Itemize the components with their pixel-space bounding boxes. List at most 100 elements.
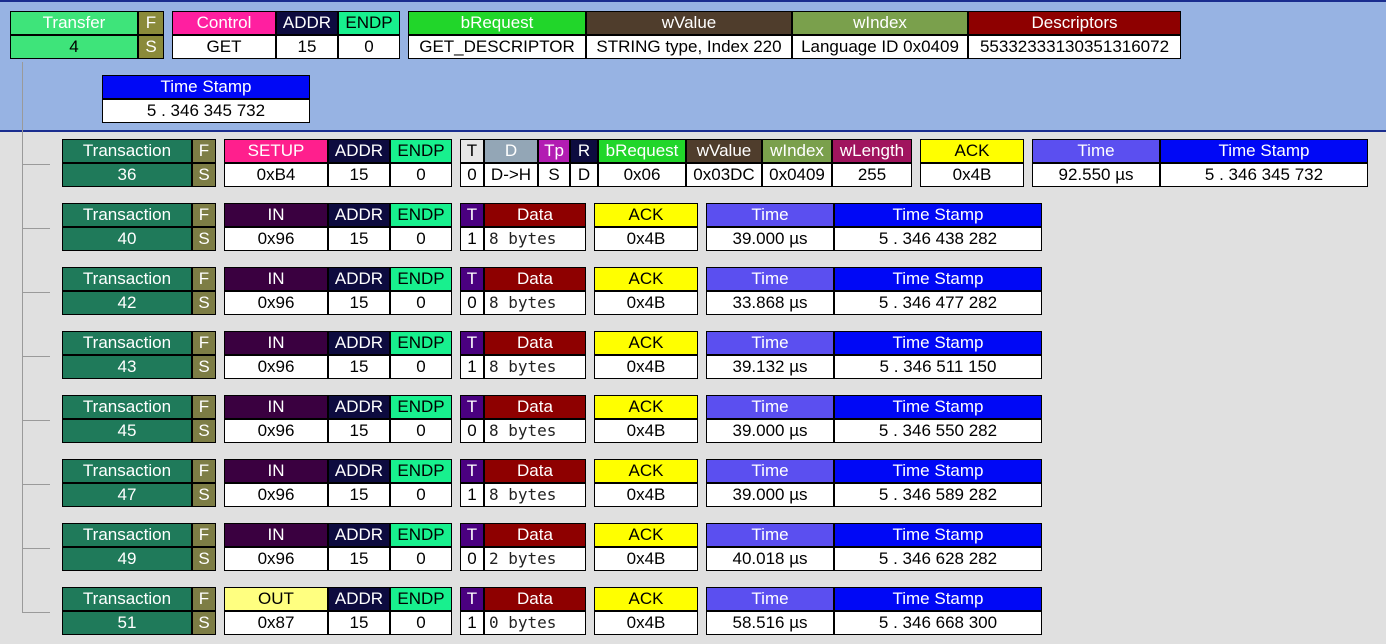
addr-label: ADDR xyxy=(328,203,390,227)
expand-handle-icon[interactable]: ▘ xyxy=(65,204,73,210)
brequest-value-text: 0x06 xyxy=(623,165,661,184)
ack-value-text: 0x4B xyxy=(626,549,666,568)
time-value: 39.132 µs xyxy=(706,355,834,379)
expand-handle-icon[interactable]: ▘ xyxy=(65,332,73,338)
transaction-s-flag: S xyxy=(192,611,216,635)
toggle-value-text: 0 xyxy=(467,549,477,568)
time-label-text: Time xyxy=(751,525,789,544)
data-label[interactable]: Data ▘ xyxy=(484,267,586,291)
transaction-f-flag-text: F xyxy=(198,525,210,544)
wlength-label: wLength xyxy=(832,139,912,163)
addr-label-text: ADDR xyxy=(334,333,384,352)
wvalue-label-text: wValue xyxy=(696,141,752,160)
toggle-label: T xyxy=(460,459,484,483)
toggle-value: 0 xyxy=(460,419,484,443)
timestamp-label-text: Time Stamp xyxy=(892,397,984,416)
transaction-label-text: Transaction xyxy=(82,205,172,224)
wvalue-value: 0x03DC xyxy=(686,163,762,187)
data-value[interactable]: 0 bytes xyxy=(484,611,586,635)
toggle-label-text: T xyxy=(466,589,478,608)
toggle-label: T xyxy=(460,587,484,611)
brequest-label-text: bRequest xyxy=(460,13,534,32)
transfer-label[interactable]: Transfer ▘ xyxy=(10,11,138,35)
tree-branch-line xyxy=(22,292,50,293)
direction-label-text: D xyxy=(504,141,518,160)
data-label[interactable]: Data ▘ xyxy=(484,523,586,547)
data-value[interactable]: 8 bytes xyxy=(484,483,586,507)
ack-label-text: ACK xyxy=(628,269,664,288)
expand-handle-icon[interactable]: ▘ xyxy=(65,460,73,466)
addr-value: 15 xyxy=(328,611,390,635)
transaction-label[interactable]: Transaction ▘ xyxy=(62,139,192,163)
data-label-text: Data xyxy=(517,205,553,224)
expand-handle-icon[interactable]: ▘ xyxy=(487,332,495,338)
data-value[interactable]: 8 bytes xyxy=(484,419,586,443)
pid-label-text: OUT xyxy=(258,589,294,608)
data-value-text: 8 bytes xyxy=(489,229,557,248)
transaction-number: 51 xyxy=(62,611,192,635)
expand-handle-icon[interactable]: ▘ xyxy=(65,396,73,402)
data-value-text: 8 bytes xyxy=(489,293,557,312)
descriptors-value-text: 55332333130351316072 xyxy=(979,37,1170,56)
addr-value: 15 xyxy=(328,483,390,507)
ack-label: ACK xyxy=(594,523,698,547)
time-value: 92.550 µs xyxy=(1032,163,1160,187)
expand-handle-icon[interactable]: ▘ xyxy=(487,460,495,466)
addr-value-text: 15 xyxy=(349,485,369,504)
data-value[interactable]: 8 bytes xyxy=(484,355,586,379)
expand-handle-icon[interactable]: ▘ xyxy=(487,204,495,210)
addr-value-text: 15 xyxy=(349,229,369,248)
endp-value: 0 xyxy=(390,163,452,187)
expand-handle-icon[interactable]: ▘ xyxy=(487,268,495,274)
transaction-s-flag-text: S xyxy=(198,293,210,312)
time-label-text: Time xyxy=(751,589,789,608)
transaction-label[interactable]: Transaction ▘ xyxy=(62,395,192,419)
expand-handle-icon[interactable]: ▘ xyxy=(487,524,495,530)
expand-handle-icon[interactable]: ▘ xyxy=(487,588,495,594)
addr-label-text: ADDR xyxy=(334,205,384,224)
descriptors-value: 55332333130351316072 xyxy=(968,35,1181,59)
transaction-label[interactable]: Transaction ▘ xyxy=(62,203,192,227)
data-value[interactable]: 2 bytes xyxy=(484,547,586,571)
data-value[interactable]: 8 bytes xyxy=(484,227,586,251)
windex-label: wIndex xyxy=(762,139,832,163)
transaction-label[interactable]: Transaction ▘ xyxy=(62,523,192,547)
data-label[interactable]: Data ▘ xyxy=(484,395,586,419)
data-label[interactable]: Data ▘ xyxy=(484,203,586,227)
endp-value: 0 xyxy=(390,291,452,315)
ack-value-text: 0x4B xyxy=(626,421,666,440)
addr-label-text: ADDR xyxy=(282,13,332,32)
ack-label: ACK xyxy=(594,331,698,355)
expand-handle-icon[interactable]: ▘ xyxy=(65,140,73,146)
endp-label: ENDP xyxy=(390,523,452,547)
toggle-label-text: T xyxy=(466,525,478,544)
timestamp-label-text: Time Stamp xyxy=(1218,141,1310,160)
transaction-label[interactable]: Transaction ▘ xyxy=(62,459,192,483)
data-label[interactable]: Data ▘ xyxy=(484,459,586,483)
timestamp-label-text: Time Stamp xyxy=(892,205,984,224)
endp-label: ENDP xyxy=(390,267,452,291)
data-value-text: 8 bytes xyxy=(489,357,557,376)
time-value: 58.516 µs xyxy=(706,611,834,635)
expand-handle-icon[interactable]: ▘ xyxy=(65,588,73,594)
expand-handle-icon[interactable]: ▘ xyxy=(13,12,21,18)
tree-vertical-line xyxy=(22,62,23,612)
addr-label-text: ADDR xyxy=(334,461,384,480)
pid-value-text: 0x96 xyxy=(257,357,295,376)
transaction-f-flag-text: F xyxy=(198,333,210,352)
data-label[interactable]: Data ▘ xyxy=(484,587,586,611)
transaction-label[interactable]: Transaction ▘ xyxy=(62,267,192,291)
transfer-timestamp-label-text: Time Stamp xyxy=(160,77,252,96)
expand-handle-icon[interactable]: ▘ xyxy=(65,524,73,530)
addr-label-text: ADDR xyxy=(334,589,384,608)
pid-value-text: 0x96 xyxy=(257,293,295,312)
transaction-s-flag: S xyxy=(192,163,216,187)
data-label[interactable]: Data ▘ xyxy=(484,331,586,355)
expand-handle-icon[interactable]: ▘ xyxy=(487,396,495,402)
expand-handle-icon[interactable]: ▘ xyxy=(65,268,73,274)
transaction-label[interactable]: Transaction ▘ xyxy=(62,587,192,611)
transaction-label[interactable]: Transaction ▘ xyxy=(62,331,192,355)
time-label-text: Time xyxy=(751,461,789,480)
toggle-label-text: T xyxy=(466,461,478,480)
data-value[interactable]: 8 bytes xyxy=(484,291,586,315)
